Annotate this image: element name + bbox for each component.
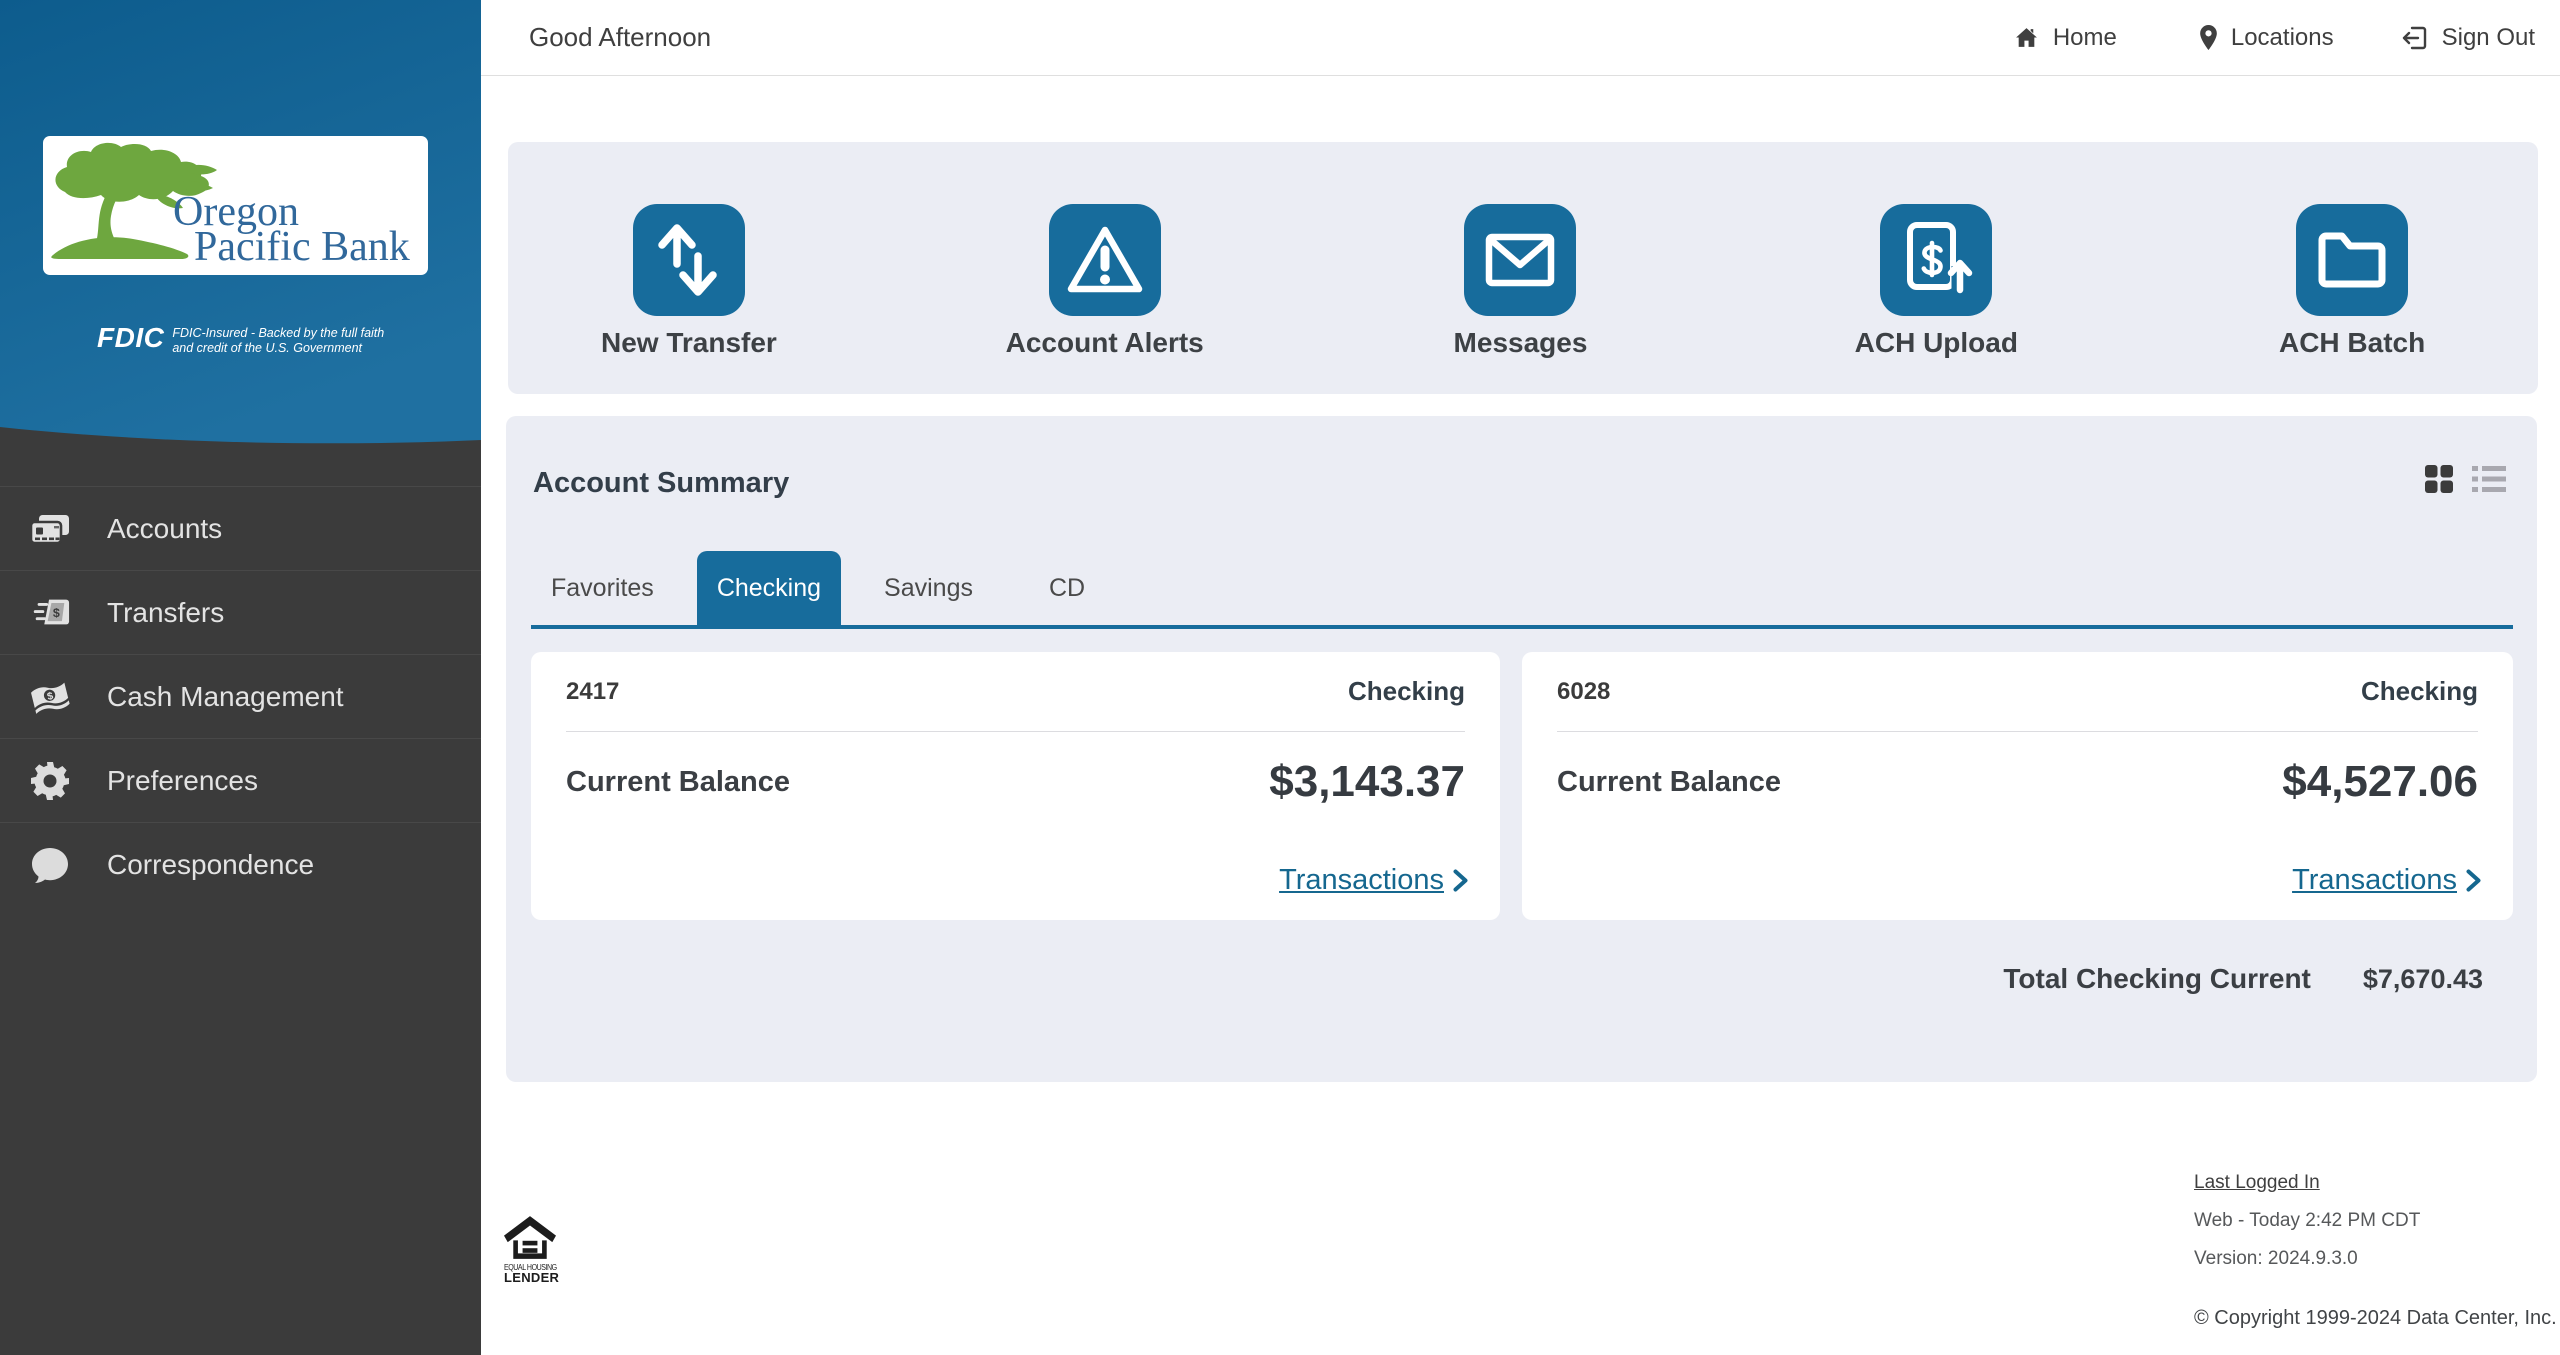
svg-text:$: $: [53, 605, 60, 619]
